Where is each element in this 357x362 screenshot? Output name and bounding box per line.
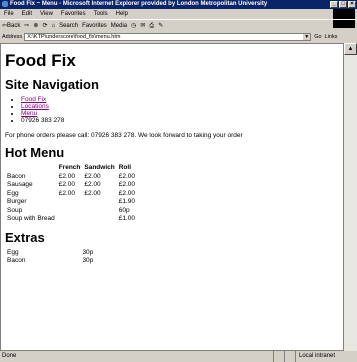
price-cell: £2.00 <box>58 189 75 197</box>
menu-view[interactable]: View <box>36 9 57 19</box>
menu-favorites[interactable]: Favorites <box>57 9 90 19</box>
table-row: Bacon £2.00 £2.00 £2.00 <box>5 173 137 182</box>
price-cell: 30p <box>82 248 94 256</box>
item-name: Burger <box>7 198 27 205</box>
extras-table: Egg 30p Bacon 30p <box>5 249 148 266</box>
forward-button[interactable]: ⇨ <box>24 20 29 31</box>
menu-edit[interactable]: Edit <box>18 9 36 19</box>
address-label: Address <box>2 34 23 40</box>
nav-link-locations[interactable]: Locations <box>21 103 49 110</box>
nav-item: Menu <box>21 110 339 117</box>
address-value: X:\KTP\underscore\food_fix\menu.htm <box>27 34 121 40</box>
price-cell: £1.90 <box>118 198 135 205</box>
maximize-button[interactable]: □ <box>339 1 347 8</box>
price-cell <box>82 207 116 216</box>
item-name: Egg <box>7 189 19 197</box>
price-cell: £2.00 <box>84 172 101 180</box>
menu-help[interactable]: Help <box>112 9 132 19</box>
table-row: Sausage £2.00 £2.00 £2.00 <box>5 181 137 190</box>
table-row: Soup with Bread £1.00 <box>5 215 137 224</box>
history-icon[interactable]: ◷ <box>131 20 136 31</box>
vertical-scrollbar[interactable]: ▲ <box>344 43 357 351</box>
price-cell: £2.00 <box>84 181 101 188</box>
close-button[interactable]: × <box>348 1 356 8</box>
ie-icon <box>2 1 8 7</box>
table-row: Soup 60p <box>5 207 137 216</box>
price-cell: £2.00 <box>118 172 135 180</box>
edit-icon[interactable]: ✎ <box>158 20 163 31</box>
table-row: Burger £1.90 <box>5 198 137 207</box>
back-button[interactable]: ⇦Back <box>2 20 20 31</box>
item-name: Sausage <box>7 181 33 188</box>
phone-number: 07926 383 278 <box>21 117 339 124</box>
site-nav-list: Food Fix Locations Menu 07926 383 278 <box>5 96 339 124</box>
address-bar: Address X:\KTP\underscore\food_fix\menu.… <box>0 32 357 42</box>
nav-item: Food Fix <box>21 96 339 103</box>
price-cell <box>57 215 83 224</box>
search-button[interactable]: Search <box>59 20 78 31</box>
media-button[interactable]: Media <box>111 20 127 31</box>
price-cell <box>57 198 83 207</box>
item-name: Soup with Bread <box>7 215 55 222</box>
table-row: Egg £2.00 £2.00 £2.00 <box>5 190 137 199</box>
home-icon[interactable]: ⌂ <box>51 20 55 31</box>
item-name: Soup <box>7 206 23 214</box>
item-name: Bacon <box>7 257 26 264</box>
price-cell: £2.00 <box>58 181 75 188</box>
favorites-button[interactable]: Favorites <box>82 20 107 31</box>
scroll-up-icon[interactable]: ▲ <box>344 43 357 55</box>
table-header-row: French Sandwich Roll <box>5 164 137 173</box>
header-cell: French <box>58 164 81 171</box>
nav-heading: Site Navigation <box>5 77 99 92</box>
stop-icon[interactable]: ⊗ <box>33 20 38 31</box>
hot-menu-table: French Sandwich Roll Bacon £2.00 £2.00 £… <box>5 164 137 224</box>
table-row: Bacon 30p <box>5 257 148 266</box>
price-cell: 30p <box>82 257 94 264</box>
zone-label: Local intranet <box>295 351 357 362</box>
phone-order-text: For phone orders please call: 07926 383 … <box>5 132 243 139</box>
mail-icon[interactable]: ✉ <box>140 20 145 31</box>
header-cell <box>5 164 57 173</box>
status-segment <box>273 351 284 362</box>
nav-link-menu[interactable]: Menu <box>21 110 37 117</box>
refresh-icon[interactable]: ⟳ <box>42 20 47 31</box>
hot-menu-heading: Hot Menu <box>5 145 65 160</box>
chevron-down-icon[interactable]: ▼ <box>303 34 311 40</box>
price-cell: £2.00 <box>118 181 135 188</box>
status-text: Done <box>2 353 17 359</box>
table-row: Egg 30p <box>5 249 148 258</box>
price-cell <box>57 207 83 216</box>
price-cell <box>82 198 116 207</box>
extras-heading: Extras <box>5 229 45 245</box>
menu-bar: File Edit View Favorites Tools Help <box>0 9 357 19</box>
menu-file[interactable]: File <box>0 9 18 19</box>
header-cell: Roll <box>118 164 131 171</box>
toolbar: ⇦Back ⇨ ⊗ ⟳ ⌂ Search Favorites Media ◷ ✉… <box>0 19 357 31</box>
links-button[interactable]: Links <box>325 32 338 42</box>
minimize-button[interactable]: _ <box>330 1 338 8</box>
address-input[interactable]: X:\KTP\underscore\food_fix\menu.htm ▼ <box>24 33 312 41</box>
price-cell: £2.00 <box>84 189 101 197</box>
item-name: Egg <box>7 248 19 256</box>
title-bar: Food Fix ~ Menu - Microsoft Internet Exp… <box>0 0 357 9</box>
item-name: Bacon <box>7 172 26 180</box>
page-title: Food Fix <box>5 51 76 70</box>
price-cell: £2.00 <box>118 189 135 197</box>
price-cell: £1.00 <box>118 215 135 222</box>
go-button[interactable]: Go <box>311 32 324 42</box>
status-bar: Done Local intranet <box>0 351 357 362</box>
header-cell: Sandwich <box>84 164 115 171</box>
menu-tools[interactable]: Tools <box>90 9 112 19</box>
window-title: Food Fix ~ Menu - Microsoft Internet Exp… <box>10 1 268 7</box>
price-cell: 60p <box>118 206 130 214</box>
price-cell: £2.00 <box>58 172 75 180</box>
price-cell <box>82 215 116 224</box>
nav-item: Locations <box>21 103 339 110</box>
page-content: Food Fix Site Navigation Food Fix Locati… <box>0 43 344 351</box>
status-segment <box>284 351 295 362</box>
print-icon[interactable]: ⎙ <box>149 20 154 31</box>
nav-link-food-fix[interactable]: Food Fix <box>21 96 46 103</box>
